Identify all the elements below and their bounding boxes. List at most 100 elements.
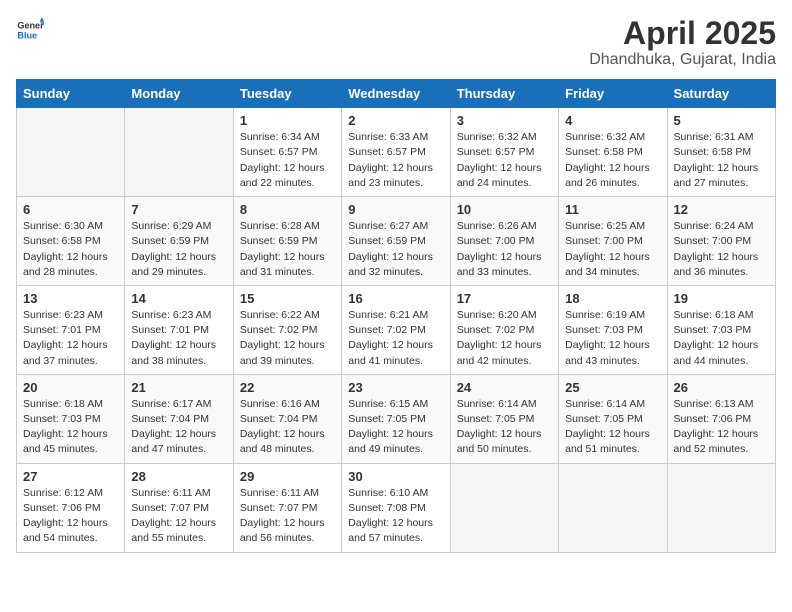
day-cell: 23 Sunrise: 6:15 AM Sunset: 7:05 PM Dayli… (342, 374, 450, 463)
day-number: 16 (348, 291, 443, 306)
day-cell: 11 Sunrise: 6:25 AM Sunset: 7:00 PM Dayli… (559, 197, 667, 286)
day-info: Sunrise: 6:29 AM Sunset: 6:59 PM Dayligh… (131, 219, 226, 280)
day-cell: 15Sunrise: 6:22 AM Sunset: 7:02 PM Dayli… (233, 285, 341, 374)
day-cell: 8Sunrise: 6:28 AM Sunset: 6:59 PM Daylig… (233, 197, 341, 286)
col-header-sunday: Sunday (17, 80, 125, 108)
col-header-thursday: Thursday (450, 80, 558, 108)
day-info: Sunrise: 6:14 AM Sunset: 7:05 PM Dayligh… (457, 397, 552, 458)
day-cell: 29 Sunrise: 6:11 AM Sunset: 7:07 PM Dayli… (233, 463, 341, 552)
week-row-4: 20 Sunrise: 6:18 AM Sunset: 7:03 PM Dayli… (17, 374, 776, 463)
day-info: Sunrise: 6:11 AM Sunset: 7:07 PM Dayligh… (240, 486, 335, 547)
day-info: Sunrise: 6:21 AM Sunset: 7:02 PM Dayligh… (348, 308, 443, 369)
day-cell: 30 Sunrise: 6:10 AM Sunset: 7:08 PM Dayli… (342, 463, 450, 552)
week-row-3: 13Sunrise: 6:23 AM Sunset: 7:01 PM Dayli… (17, 285, 776, 374)
day-number: 15 (240, 291, 335, 306)
day-number: 27 (23, 469, 118, 484)
day-cell: 19 Sunrise: 6:18 AM Sunset: 7:03 PM Dayli… (667, 285, 775, 374)
day-cell: 25 Sunrise: 6:14 AM Sunset: 7:05 PM Dayli… (559, 374, 667, 463)
day-cell: 27Sunrise: 6:12 AM Sunset: 7:06 PM Dayli… (17, 463, 125, 552)
week-row-5: 27Sunrise: 6:12 AM Sunset: 7:06 PM Dayli… (17, 463, 776, 552)
day-info: Sunrise: 6:15 AM Sunset: 7:05 PM Dayligh… (348, 397, 443, 458)
day-number: 25 (565, 380, 660, 395)
day-cell: 16 Sunrise: 6:21 AM Sunset: 7:02 PM Dayli… (342, 285, 450, 374)
day-number: 20 (23, 380, 118, 395)
day-cell: 4 Sunrise: 6:32 AM Sunset: 6:58 PM Daylig… (559, 108, 667, 197)
day-number: 3 (457, 113, 552, 128)
day-cell: 14Sunrise: 6:23 AM Sunset: 7:01 PM Dayli… (125, 285, 233, 374)
svg-text:General: General (17, 21, 44, 31)
day-number: 5 (674, 113, 769, 128)
title-area: April 2025 Dhandhuka, Gujarat, India (589, 16, 776, 69)
day-cell (559, 463, 667, 552)
day-number: 22 (240, 380, 335, 395)
day-info: Sunrise: 6:27 AM Sunset: 6:59 PM Dayligh… (348, 219, 443, 280)
day-cell: 26Sunrise: 6:13 AM Sunset: 7:06 PM Dayli… (667, 374, 775, 463)
day-number: 17 (457, 291, 552, 306)
day-info: Sunrise: 6:11 AM Sunset: 7:07 PM Dayligh… (131, 486, 226, 547)
day-cell: 22 Sunrise: 6:16 AM Sunset: 7:04 PM Dayli… (233, 374, 341, 463)
day-info: Sunrise: 6:33 AM Sunset: 6:57 PM Dayligh… (348, 130, 443, 191)
day-info: Sunrise: 6:19 AM Sunset: 7:03 PM Dayligh… (565, 308, 660, 369)
day-number: 19 (674, 291, 769, 306)
day-info: Sunrise: 6:31 AM Sunset: 6:58 PM Dayligh… (674, 130, 769, 191)
day-number: 12 (674, 202, 769, 217)
page-header: General Blue April 2025 Dhandhuka, Gujar… (16, 16, 776, 69)
day-number: 11 (565, 202, 660, 217)
day-cell (125, 108, 233, 197)
day-info: Sunrise: 6:28 AM Sunset: 6:59 PM Dayligh… (240, 219, 335, 280)
day-info: Sunrise: 6:25 AM Sunset: 7:00 PM Dayligh… (565, 219, 660, 280)
day-info: Sunrise: 6:18 AM Sunset: 7:03 PM Dayligh… (674, 308, 769, 369)
col-header-monday: Monday (125, 80, 233, 108)
day-cell: 5 Sunrise: 6:31 AM Sunset: 6:58 PM Daylig… (667, 108, 775, 197)
logo: General Blue (16, 16, 44, 44)
day-cell: 1 Sunrise: 6:34 AM Sunset: 6:57 PM Daylig… (233, 108, 341, 197)
day-info: Sunrise: 6:32 AM Sunset: 6:58 PM Dayligh… (565, 130, 660, 191)
logo-icon: General Blue (16, 16, 44, 44)
day-info: Sunrise: 6:26 AM Sunset: 7:00 PM Dayligh… (457, 219, 552, 280)
day-cell: 12 Sunrise: 6:24 AM Sunset: 7:00 PM Dayli… (667, 197, 775, 286)
week-row-2: 6 Sunrise: 6:30 AM Sunset: 6:58 PM Daylig… (17, 197, 776, 286)
day-number: 9 (348, 202, 443, 217)
day-info: Sunrise: 6:24 AM Sunset: 7:00 PM Dayligh… (674, 219, 769, 280)
day-number: 29 (240, 469, 335, 484)
day-cell: 20 Sunrise: 6:18 AM Sunset: 7:03 PM Dayli… (17, 374, 125, 463)
month-title: April 2025 (589, 16, 776, 51)
day-number: 14 (131, 291, 226, 306)
col-header-friday: Friday (559, 80, 667, 108)
day-cell: 28Sunrise: 6:11 AM Sunset: 7:07 PM Dayli… (125, 463, 233, 552)
day-info: Sunrise: 6:18 AM Sunset: 7:03 PM Dayligh… (23, 397, 118, 458)
day-info: Sunrise: 6:20 AM Sunset: 7:02 PM Dayligh… (457, 308, 552, 369)
day-info: Sunrise: 6:34 AM Sunset: 6:57 PM Dayligh… (240, 130, 335, 191)
svg-text:Blue: Blue (17, 30, 37, 40)
day-cell: 17 Sunrise: 6:20 AM Sunset: 7:02 PM Dayli… (450, 285, 558, 374)
week-row-1: 1 Sunrise: 6:34 AM Sunset: 6:57 PM Daylig… (17, 108, 776, 197)
calendar-table: SundayMondayTuesdayWednesdayThursdayFrid… (16, 79, 776, 552)
day-number: 24 (457, 380, 552, 395)
day-info: Sunrise: 6:30 AM Sunset: 6:58 PM Dayligh… (23, 219, 118, 280)
day-number: 4 (565, 113, 660, 128)
day-cell: 10 Sunrise: 6:26 AM Sunset: 7:00 PM Dayli… (450, 197, 558, 286)
location-subtitle: Dhandhuka, Gujarat, India (589, 51, 776, 69)
day-cell: 2 Sunrise: 6:33 AM Sunset: 6:57 PM Daylig… (342, 108, 450, 197)
col-header-tuesday: Tuesday (233, 80, 341, 108)
day-number: 10 (457, 202, 552, 217)
day-info: Sunrise: 6:32 AM Sunset: 6:57 PM Dayligh… (457, 130, 552, 191)
day-cell: 21Sunrise: 6:17 AM Sunset: 7:04 PM Dayli… (125, 374, 233, 463)
day-number: 13 (23, 291, 118, 306)
day-cell: 18Sunrise: 6:19 AM Sunset: 7:03 PM Dayli… (559, 285, 667, 374)
col-header-wednesday: Wednesday (342, 80, 450, 108)
day-number: 30 (348, 469, 443, 484)
day-info: Sunrise: 6:10 AM Sunset: 7:08 PM Dayligh… (348, 486, 443, 547)
day-number: 2 (348, 113, 443, 128)
day-number: 6 (23, 202, 118, 217)
day-number: 1 (240, 113, 335, 128)
day-number: 7 (131, 202, 226, 217)
calendar-header: SundayMondayTuesdayWednesdayThursdayFrid… (17, 80, 776, 108)
day-cell: 24 Sunrise: 6:14 AM Sunset: 7:05 PM Dayli… (450, 374, 558, 463)
day-cell: 3 Sunrise: 6:32 AM Sunset: 6:57 PM Daylig… (450, 108, 558, 197)
day-number: 23 (348, 380, 443, 395)
day-info: Sunrise: 6:16 AM Sunset: 7:04 PM Dayligh… (240, 397, 335, 458)
day-number: 21 (131, 380, 226, 395)
day-cell: 7 Sunrise: 6:29 AM Sunset: 6:59 PM Daylig… (125, 197, 233, 286)
day-info: Sunrise: 6:14 AM Sunset: 7:05 PM Dayligh… (565, 397, 660, 458)
